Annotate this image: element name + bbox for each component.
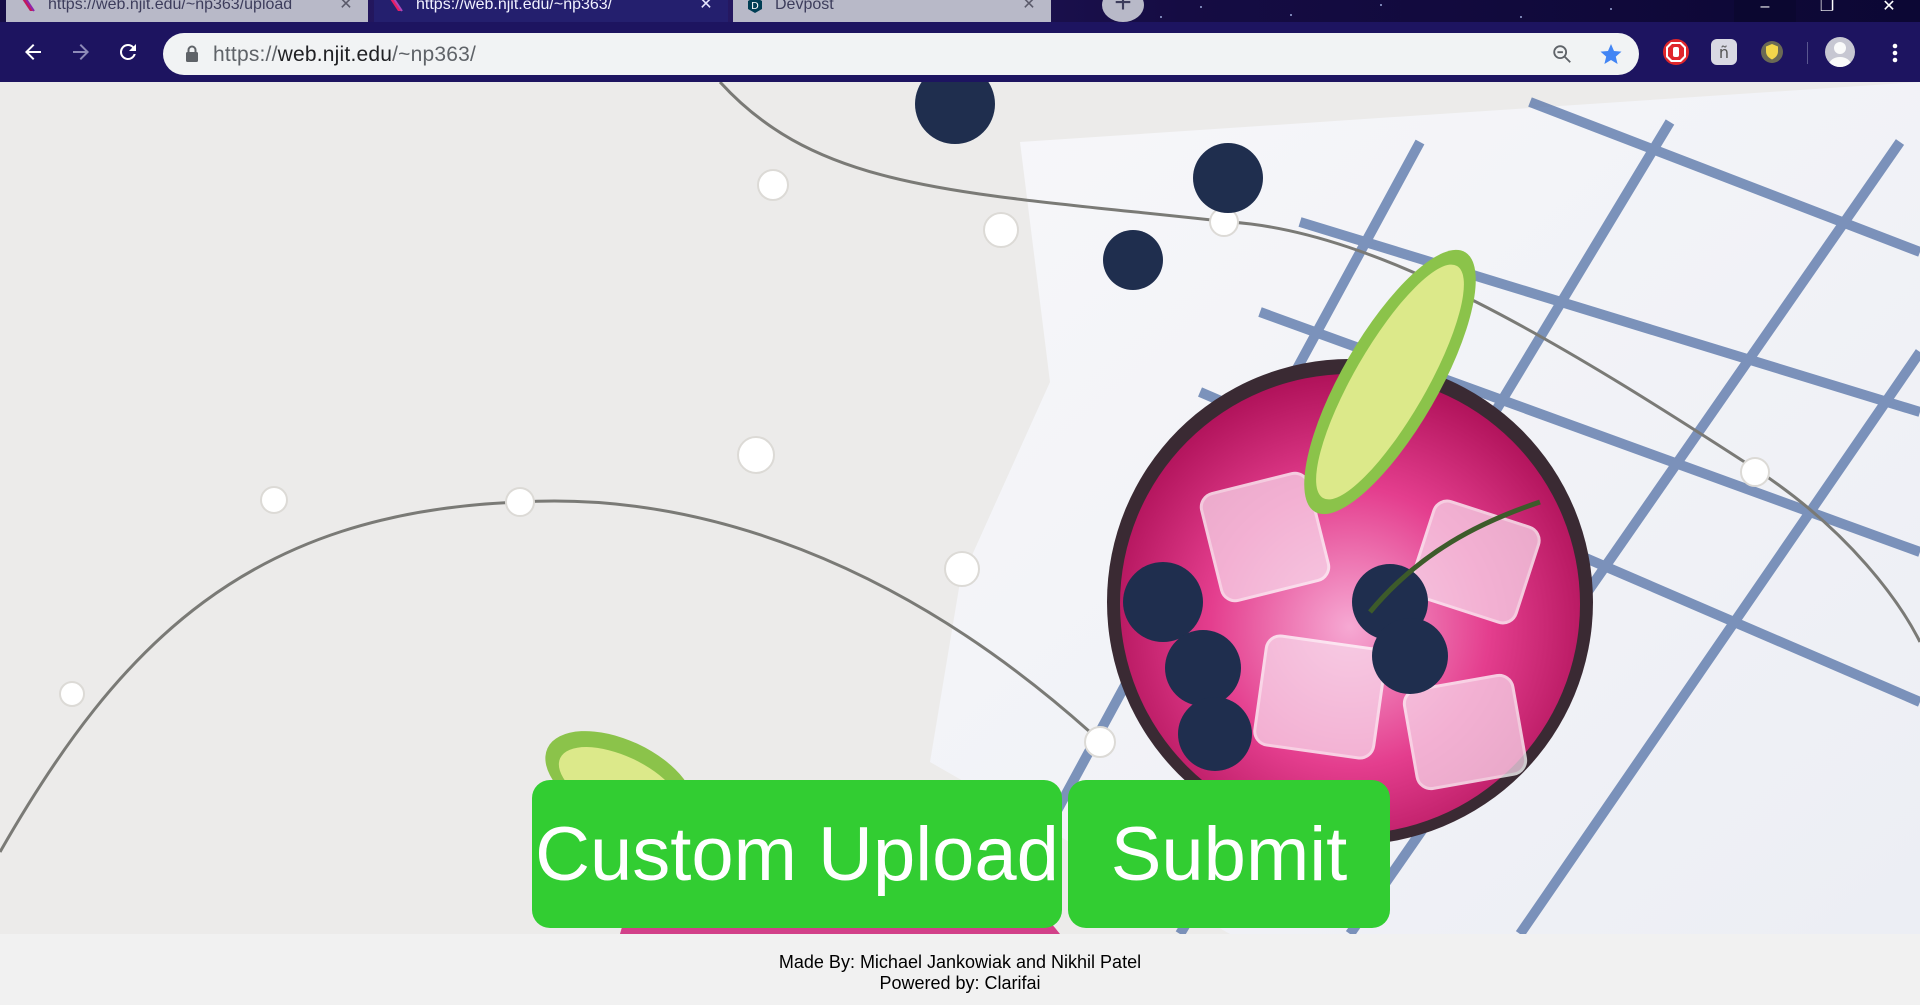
made-by-text: Made By: Michael Jankowiak and Nikhil Pa… — [778, 952, 1142, 972]
close-window-icon[interactable]: ✕ — [1858, 0, 1920, 22]
arrow-right-icon — [73, 44, 89, 60]
close-tab-icon[interactable]: ✕ — [338, 0, 354, 13]
arrow-left-icon — [25, 44, 41, 60]
tab-home[interactable]: https://web.njit.edu/~np363/ ✕ — [374, 0, 728, 22]
tab-upload[interactable]: https://web.njit.edu/~np363/upload ✕ — [6, 0, 368, 22]
tab-title: Devpost — [775, 0, 834, 13]
close-tab-icon[interactable]: ✕ — [698, 0, 714, 13]
more-vertical-icon — [1892, 43, 1898, 63]
custom-upload-button[interactable]: Custom Upload — [532, 780, 1062, 928]
tab-strip: https://web.njit.edu/~np363/upload ✕ htt… — [0, 0, 1920, 22]
close-tab-icon[interactable]: ✕ — [1021, 0, 1037, 13]
tab-devpost[interactable]: D Devpost ✕ — [733, 0, 1051, 22]
new-tab-button[interactable]: + — [1102, 0, 1144, 22]
reload-button[interactable] — [108, 32, 148, 72]
person-icon — [1828, 42, 1852, 67]
minimize-icon[interactable]: – — [1734, 0, 1796, 22]
url-path: /~np363/ — [392, 43, 477, 66]
extension-icon[interactable]: ñ — [1711, 39, 1737, 65]
restore-icon[interactable]: ❐ — [1796, 0, 1858, 22]
url-scheme: https:// — [213, 43, 278, 66]
window-controls: – ❐ ✕ — [1734, 0, 1920, 22]
submit-button[interactable]: Submit — [1068, 780, 1390, 928]
svg-text:ñ: ñ — [1719, 43, 1729, 62]
page-footer: Made By: Michael Jankowiak and Nikhil Pa… — [0, 934, 1920, 1005]
tab-title: https://web.njit.edu/~np363/upload — [48, 0, 293, 13]
shield-extension-icon[interactable] — [1759, 39, 1785, 65]
njit-favicon-icon — [22, 0, 35, 12]
plus-icon: + — [1114, 0, 1132, 19]
hero-background-image: Custom Upload Submit — [0, 82, 1920, 934]
address-url: https://web.njit.edu/~np363/ — [213, 43, 476, 67]
njit-favicon-icon — [390, 0, 403, 12]
devpost-favicon-icon: D — [748, 0, 762, 13]
url-host: web.njit.edu — [277, 43, 393, 66]
svg-text:D: D — [751, 1, 759, 12]
browser-toolbar: https://web.njit.edu/~np363/ ñ — [0, 22, 1920, 82]
profile-avatar[interactable] — [1825, 37, 1855, 67]
bookmark-star-icon[interactable] — [1599, 42, 1623, 66]
zoom-icon[interactable] — [1551, 43, 1573, 65]
lock-icon — [186, 45, 198, 62]
adblock-extension-icon[interactable] — [1663, 39, 1689, 65]
forward-button[interactable] — [61, 32, 101, 72]
powered-by-text: Powered by: Clarifai — [879, 973, 1041, 993]
back-button[interactable] — [13, 32, 53, 72]
toolbar-divider — [1807, 42, 1808, 64]
address-bar[interactable]: https://web.njit.edu/~np363/ — [163, 33, 1639, 75]
browser-menu-button[interactable] — [1880, 38, 1910, 68]
tab-title: https://web.njit.edu/~np363/ — [416, 0, 613, 13]
reload-icon — [119, 43, 136, 60]
